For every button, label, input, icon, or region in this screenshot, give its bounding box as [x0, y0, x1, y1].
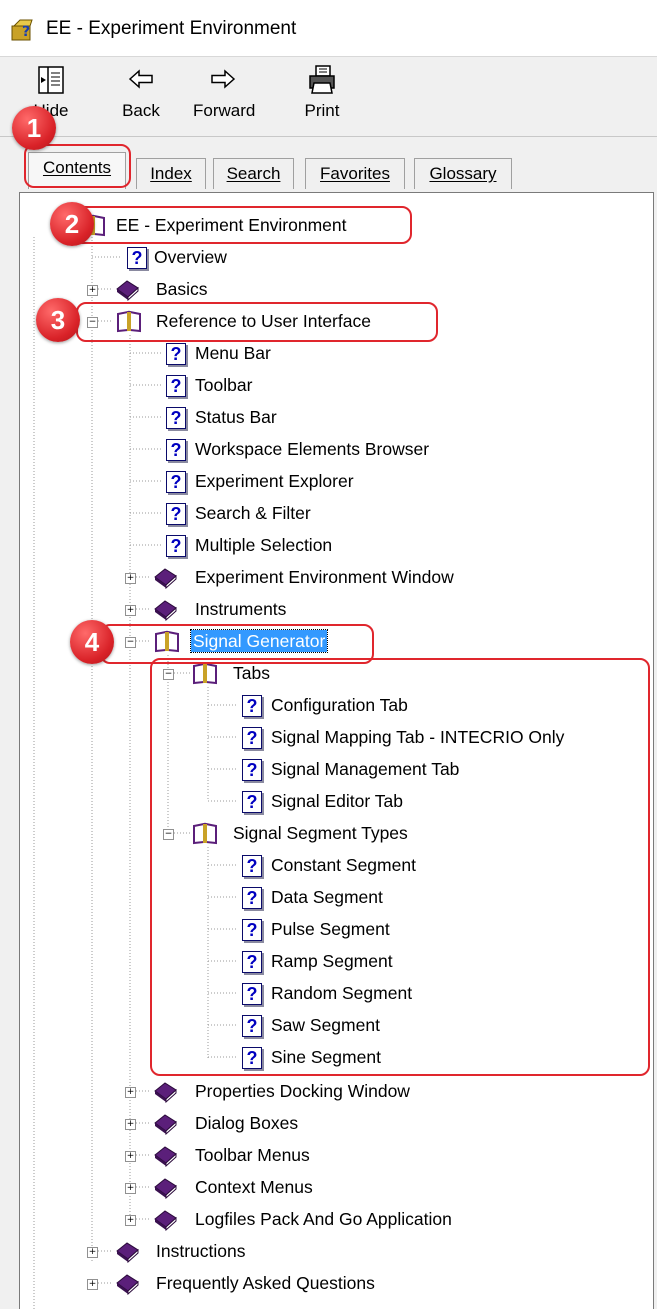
help-topic-icon: ?: [166, 439, 186, 461]
printer-icon: [309, 65, 335, 94]
tree-item-label: Status Bar: [195, 407, 277, 427]
forward-button[interactable]: Forward: [193, 63, 256, 131]
tree-item-experiment-explorer[interactable]: ? Experiment Explorer: [20, 466, 653, 496]
closed-book-icon: [116, 280, 139, 301]
tree-item-logfiles[interactable]: + Logfiles Pack And Go Application: [20, 1204, 653, 1234]
tree-item-status-bar[interactable]: ? Status Bar: [20, 402, 653, 432]
tree-item-overview[interactable]: ? Overview: [20, 242, 653, 272]
tree-item-label: Basics: [156, 279, 208, 299]
expand-plus-icon[interactable]: +: [125, 1119, 136, 1130]
tree-item-label: Properties Docking Window: [195, 1081, 410, 1101]
tree-item-workspace-browser[interactable]: ? Workspace Elements Browser: [20, 434, 653, 464]
tree-item-menu-bar[interactable]: ? Menu Bar: [20, 338, 653, 368]
toolbar-divider: [0, 136, 657, 137]
callout-badge-4: 4: [70, 620, 114, 664]
tree-item-instruments[interactable]: + Instruments: [20, 594, 653, 624]
tab-search[interactable]: Search: [213, 158, 294, 189]
tree-item-label: Experiment Explorer: [195, 471, 354, 491]
callout-box-root: [66, 206, 412, 244]
tree-item-label: Logfiles Pack And Go Application: [195, 1209, 452, 1229]
tree-item-label: Instructions: [156, 1241, 246, 1261]
expand-plus-icon[interactable]: +: [87, 285, 98, 296]
help-app-icon: ?: [11, 19, 33, 41]
tree-item-label: Overview: [154, 247, 227, 267]
tree-item-faq[interactable]: + Frequently Asked Questions: [20, 1268, 653, 1298]
tree-item-toolbar-menus[interactable]: + Toolbar Menus: [20, 1140, 653, 1170]
closed-book-icon: [116, 1242, 139, 1263]
back-label: Back: [122, 101, 160, 120]
forward-label: Forward: [193, 101, 256, 120]
tab-search-label: Search: [226, 164, 281, 183]
tree-item-dialog-boxes[interactable]: + Dialog Boxes: [20, 1108, 653, 1138]
expand-plus-icon[interactable]: +: [87, 1247, 98, 1258]
closed-book-icon: [154, 1114, 177, 1135]
closed-book-icon: [154, 1082, 177, 1103]
tab-index-label: Index: [150, 164, 192, 183]
tree-item-label: Context Menus: [195, 1177, 313, 1197]
help-topic-icon: ?: [166, 503, 186, 525]
tree-item-label: Experiment Environment Window: [195, 567, 454, 587]
callout-box-signal-generator-children: [150, 658, 650, 1076]
back-arrow-icon: [128, 69, 153, 89]
expand-plus-icon[interactable]: +: [125, 573, 136, 584]
tree-item-instructions[interactable]: + Instructions: [20, 1236, 653, 1266]
tree-item-label: Multiple Selection: [195, 535, 333, 555]
back-button[interactable]: Back: [116, 63, 166, 131]
tree-item-label: Dialog Boxes: [195, 1113, 299, 1133]
help-topic-icon: ?: [166, 535, 186, 557]
svg-text:?: ?: [22, 24, 30, 40]
help-topic-icon: ?: [166, 407, 186, 429]
tab-glossary[interactable]: Glossary: [414, 158, 512, 189]
tree-item-label: Toolbar Menus: [195, 1145, 310, 1165]
tree-item-multiple-selection[interactable]: ? Multiple Selection: [20, 530, 653, 560]
title-bar: ? EE - Experiment Environment: [0, 0, 657, 57]
forward-arrow-icon: [211, 69, 236, 89]
print-label: Print: [304, 101, 340, 120]
tree-item-context-menus[interactable]: + Context Menus: [20, 1172, 653, 1202]
tree-item-label: Search & Filter: [195, 503, 311, 523]
closed-book-icon: [154, 1178, 177, 1199]
tree-item-search-filter[interactable]: ? Search & Filter: [20, 498, 653, 528]
help-topic-icon: ?: [166, 375, 186, 397]
help-topic-icon: ?: [166, 343, 186, 365]
expand-plus-icon[interactable]: +: [125, 1183, 136, 1194]
tab-favorites-label: Favorites: [320, 164, 390, 183]
callout-badge-3: 3: [36, 298, 80, 342]
expand-plus-icon[interactable]: +: [125, 1215, 136, 1226]
tab-favorites[interactable]: Favorites: [305, 158, 405, 189]
help-topic-icon: ?: [127, 247, 147, 269]
closed-book-icon: [154, 600, 177, 621]
tree-item-toolbar[interactable]: ? Toolbar: [20, 370, 653, 400]
closed-book-icon: [154, 1146, 177, 1167]
tab-glossary-label: Glossary: [429, 164, 497, 183]
tree-item-label: Toolbar: [195, 375, 253, 395]
tree-item-label: Menu Bar: [195, 343, 271, 363]
closed-book-icon: [116, 1274, 139, 1295]
tab-index[interactable]: Index: [136, 158, 206, 189]
toolbar: Hide Back Forward Print: [0, 57, 657, 137]
expand-plus-icon[interactable]: +: [87, 1279, 98, 1290]
callout-badge-1: 1: [12, 106, 56, 150]
expand-plus-icon[interactable]: +: [125, 1151, 136, 1162]
tree-item-properties-window[interactable]: + Properties Docking Window: [20, 1076, 653, 1106]
tree-item-label: Instruments: [195, 599, 287, 619]
closed-book-icon: [154, 568, 177, 589]
tree-item-basics[interactable]: + Basics: [20, 274, 653, 304]
callout-box-reference: [76, 302, 438, 342]
tree-item-label: Frequently Asked Questions: [156, 1273, 375, 1293]
hide-icon: [38, 66, 64, 94]
callout-box-contents-tab: [24, 144, 131, 188]
tree-item-ee-window[interactable]: + Experiment Environment Window: [20, 562, 653, 592]
print-button[interactable]: Print: [297, 63, 347, 131]
tree-item-label: Workspace Elements Browser: [195, 439, 430, 459]
help-topic-icon: ?: [166, 471, 186, 493]
expand-plus-icon[interactable]: +: [125, 605, 136, 616]
closed-book-icon: [154, 1210, 177, 1231]
expand-plus-icon[interactable]: +: [125, 1087, 136, 1098]
callout-badge-2: 2: [50, 202, 94, 246]
window-title: EE - Experiment Environment: [46, 18, 297, 39]
